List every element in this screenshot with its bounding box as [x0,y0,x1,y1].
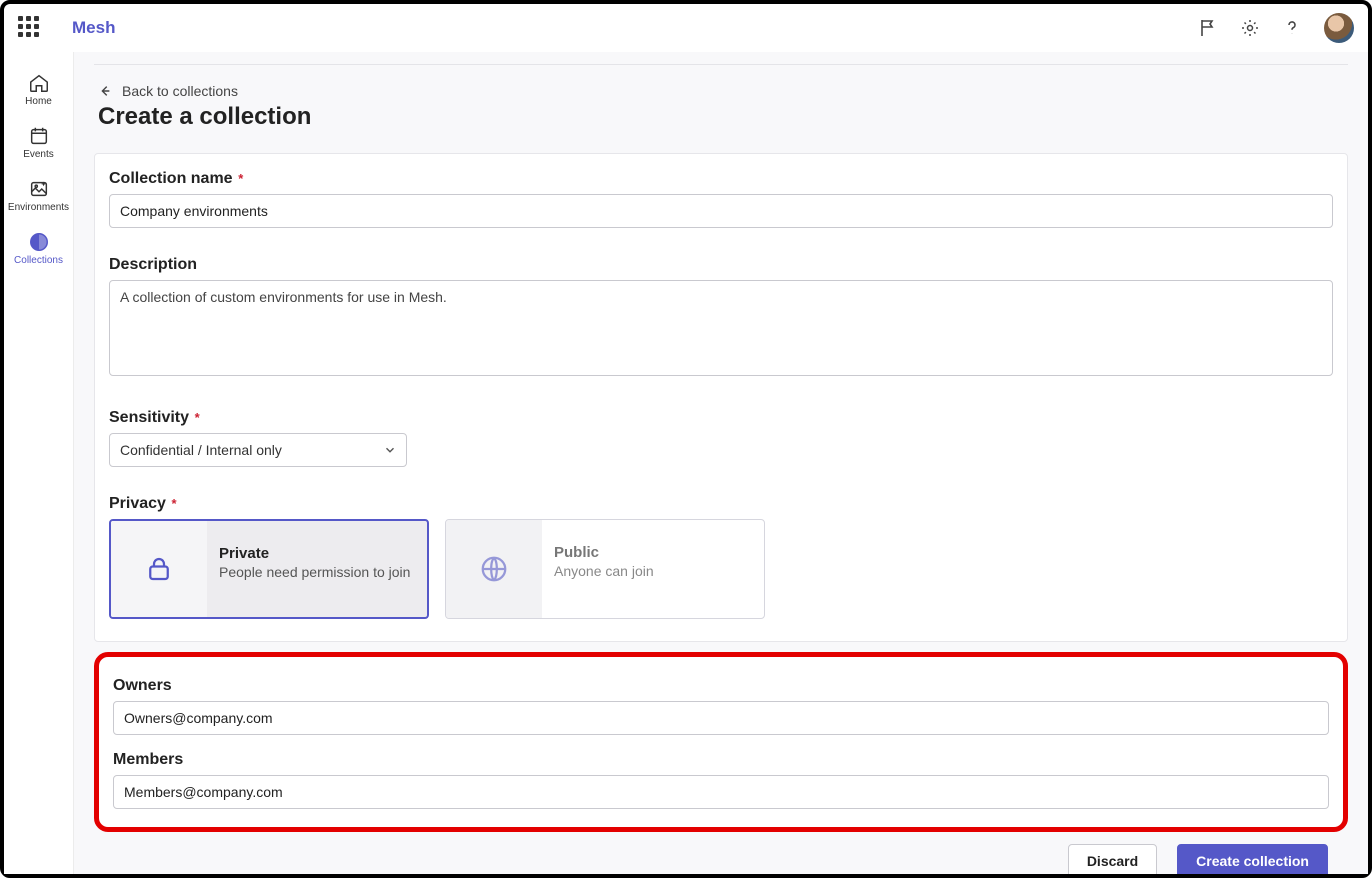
form-card-members: Owners Members [94,652,1348,832]
sidebar-item-home[interactable]: Home [4,64,74,117]
app-title: Mesh [72,18,115,38]
sidebar-item-label: Events [23,149,54,160]
back-link[interactable]: Back to collections [98,83,1348,99]
topbar: Mesh [4,4,1368,52]
flag-icon[interactable] [1198,18,1218,38]
label-members: Members [113,751,1329,769]
lock-icon [144,554,174,584]
avatar[interactable] [1324,13,1354,43]
label-description: Description [109,256,1333,274]
privacy-subtitle: People need permission to join [219,564,415,580]
help-icon[interactable] [1282,18,1302,38]
sidebar-item-events[interactable]: Events [4,117,74,170]
owners-input[interactable] [113,701,1329,735]
main: Back to collections Create a collection … [74,52,1368,874]
sidebar-item-label: Collections [14,255,63,266]
footer: Discard Create collection [94,832,1348,874]
privacy-title: Public [554,544,752,561]
description-input[interactable] [109,280,1333,376]
privacy-subtitle: Anyone can join [554,563,752,579]
members-input[interactable] [113,775,1329,809]
gear-icon[interactable] [1240,18,1260,38]
label-collection-name: Collection name * [109,170,1333,188]
back-label: Back to collections [122,83,238,99]
page-title: Create a collection [98,103,1348,131]
collection-name-input[interactable] [109,194,1333,228]
globe-icon [479,554,509,584]
label-sensitivity: Sensitivity * [109,409,1333,427]
sidebar-item-label: Home [25,96,52,107]
sidebar-item-label: Environments [8,202,69,213]
sidebar: Home Events Environments Collections [4,52,74,874]
discard-button[interactable]: Discard [1068,844,1157,874]
label-owners: Owners [113,677,1329,695]
form-card-main: Collection name * Description Sensitivit… [94,153,1348,642]
create-collection-button[interactable]: Create collection [1177,844,1328,874]
label-privacy: Privacy * [109,495,1333,513]
app-launcher-icon[interactable] [18,16,42,40]
privacy-title: Private [219,545,415,562]
sidebar-item-collections[interactable]: Collections [4,223,74,276]
privacy-option-private[interactable]: Private People need permission to join [109,519,429,619]
topbar-right [1198,13,1354,43]
sidebar-item-environments[interactable]: Environments [4,170,74,223]
privacy-option-public[interactable]: Public Anyone can join [445,519,765,619]
sensitivity-select[interactable]: Confidential / Internal only [109,433,407,467]
